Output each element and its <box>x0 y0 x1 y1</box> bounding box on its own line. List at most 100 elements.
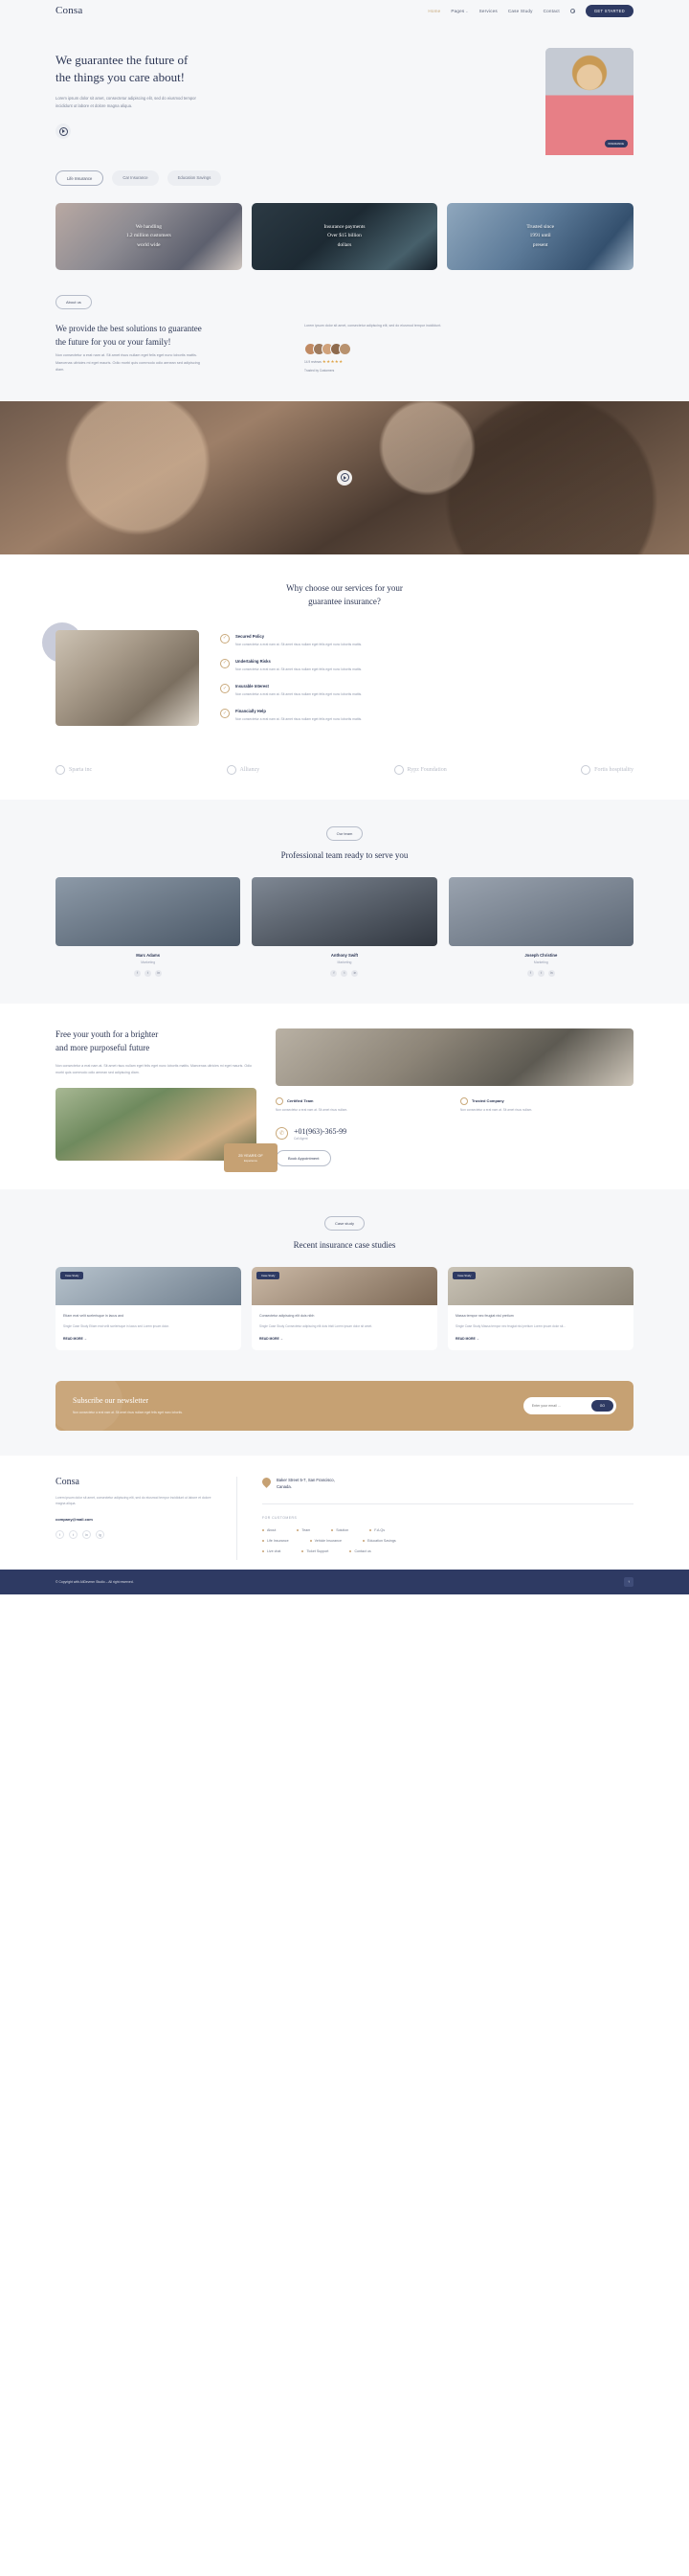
facebook-icon[interactable]: f <box>56 1530 64 1540</box>
pill-car-insurance[interactable]: Car Insurance <box>112 170 159 186</box>
facebook-icon[interactable]: f <box>330 969 338 977</box>
phone-number[interactable]: +01(963)-365-99 <box>294 1127 346 1136</box>
rypz-logo-icon <box>393 764 404 775</box>
about-right: Lorem ipsum dolor sit amet, consectetur … <box>304 323 448 374</box>
footer-link-live-chat[interactable]: Live chat <box>262 1549 280 1553</box>
footer-paragraph: Lorem ipsum dolor sit amet, consectetur … <box>56 1495 211 1506</box>
hero-play-button[interactable] <box>56 124 71 140</box>
case-study-card[interactable]: Case Study Etiam erat velit scelerisque … <box>56 1266 241 1350</box>
case-study-card[interactable]: Case Study Massa tempor nec feugiat nisl… <box>448 1266 633 1350</box>
site-header: Consa Home Pages⌄ Services Case Study Co… <box>0 0 689 21</box>
banner-play-button[interactable] <box>337 469 352 486</box>
arrow-up-icon[interactable]: ↑ <box>624 1576 633 1587</box>
play-circle-icon <box>58 126 68 136</box>
fortis-logo-icon <box>581 764 591 775</box>
nav-item-pages[interactable]: Pages⌄ <box>451 9 468 13</box>
team-member-name: Joseph Christine <box>524 952 558 958</box>
case-study-tag[interactable]: Case study <box>323 1215 365 1231</box>
case-study-title: Recent insurance case studies <box>293 1239 396 1250</box>
team-member-photo <box>56 876 241 946</box>
twitter-icon[interactable]: t <box>341 969 348 977</box>
footer-link-contact-us[interactable]: Contact us <box>349 1549 371 1553</box>
why-section: Why choose our services for your guarante… <box>0 554 689 754</box>
pill-life-insurance[interactable]: Life Insurance <box>56 170 104 186</box>
footer-logo[interactable]: Consa <box>56 1477 217 1487</box>
twitter-icon[interactable]: t <box>144 969 152 977</box>
case-study-grid: Case Study Etiam erat velit scelerisque … <box>56 1266 633 1350</box>
play-circle-icon <box>340 473 349 483</box>
footer-link-about[interactable]: About <box>262 1528 276 1532</box>
youth-section: Free your youth for a brighter and more p… <box>0 1003 689 1189</box>
case-study-card[interactable]: Case Study Consectetur adipiscing elit d… <box>252 1266 437 1350</box>
allianzy-logo-icon <box>226 764 236 775</box>
newsletter-form: GO <box>522 1396 616 1414</box>
nav-item-services[interactable]: Services <box>479 9 498 13</box>
footer-left: Consa Lorem ipsum dolor sit amet, consec… <box>56 1476 237 1560</box>
team-member-name: Marc Adams <box>136 952 161 958</box>
instagram-icon[interactable]: ig <box>96 1530 104 1540</box>
twitter-icon[interactable]: t <box>69 1530 78 1540</box>
team-member-role: Marketing <box>533 960 548 964</box>
about-left: We provide the best solutions to guarant… <box>56 323 285 374</box>
linkedin-icon[interactable]: in <box>155 969 163 977</box>
pill-education-savings[interactable]: Education Savings <box>167 170 222 186</box>
about-tag[interactable]: About us <box>56 295 92 309</box>
footer-link-ticket-support[interactable]: Ticket Support <box>301 1549 328 1553</box>
check-circle-icon: ✓ <box>220 658 230 668</box>
team-member-card[interactable]: Anthony Swift Marketing f t in <box>252 876 437 977</box>
nav-item-contact[interactable]: Contact <box>544 9 560 13</box>
feature-card-trusted[interactable]: Trusted since 1991 until present <box>447 203 634 270</box>
case-study-desc: Single Case Study Massa tempor nec feugi… <box>456 1323 566 1328</box>
footer-link-solution[interactable]: Solution <box>331 1528 348 1532</box>
shield-icon <box>460 1096 468 1105</box>
brand-rypz: Rypz Foundation <box>393 764 447 775</box>
footer-link-life-insurance[interactable]: Life Insurance <box>262 1539 289 1543</box>
brand-sparta: Sparta inc <box>56 764 92 775</box>
team-member-card[interactable]: Marc Adams Marketing f t in <box>56 876 241 977</box>
team-member-card[interactable]: Joseph Christine Marketing f t in <box>448 876 633 977</box>
team-tag[interactable]: Our team <box>325 825 364 841</box>
footer-link-vehicle-insurance[interactable]: Vehicle Insurance <box>309 1539 342 1543</box>
book-appointment-button[interactable]: Book Appointment <box>276 1149 332 1166</box>
footer-email[interactable]: company@mail.com <box>56 1517 217 1522</box>
about-paragraph: Non consectetur a erat nam at. Sit amet … <box>56 353 200 373</box>
rating-line: 14.9 reviews ★★★★★ <box>304 359 344 365</box>
chevron-down-icon: ⌄ <box>465 9 469 13</box>
email-input[interactable] <box>531 1403 591 1408</box>
get-started-button[interactable]: GET STARTED <box>585 4 633 17</box>
team-member-role: Marketing <box>141 960 156 964</box>
feature-card-customers[interactable]: We handling 1.2 million customers world wi… <box>56 203 242 270</box>
search-icon[interactable] <box>569 8 575 13</box>
check-circle-icon: ✓ <box>220 709 230 719</box>
about-right-text: Lorem ipsum dolor sit amet, consectetur … <box>304 324 442 328</box>
twitter-icon[interactable]: t <box>537 969 545 977</box>
phone-icon: ✆ <box>276 1127 288 1141</box>
footer-right: Baker Street 5-7, San Francisco, Canada. … <box>260 1475 633 1560</box>
youth-paragraph: Non consectetur a erat nam at. Sit amet … <box>56 1063 252 1074</box>
brand-logo[interactable]: Consa <box>56 5 83 16</box>
footer-link-education-savings[interactable]: Education Savings <box>362 1539 396 1543</box>
read-more-link[interactable]: READ MORE → <box>259 1337 430 1341</box>
facebook-icon[interactable]: f <box>526 969 534 977</box>
nav-item-case-study[interactable]: Case Study <box>508 9 533 13</box>
read-more-link[interactable]: READ MORE → <box>63 1337 233 1341</box>
footer-link-team[interactable]: Team <box>297 1528 310 1532</box>
nav-item-home[interactable]: Home <box>428 9 440 13</box>
feature-card-payments[interactable]: Insurance payments Over $15 billion dollar… <box>251 203 438 270</box>
divider <box>262 1503 633 1504</box>
linkedin-icon[interactable]: in <box>82 1530 91 1540</box>
newsletter-submit-button[interactable]: GO <box>590 1399 613 1412</box>
newsletter-text: Subscribe our newsletter Non consectetur… <box>73 1396 523 1415</box>
footer-link-faqs[interactable]: F.A.Qs <box>369 1528 385 1532</box>
phone-block[interactable]: ✆ +01(963)-365-99 Call Agent <box>276 1127 633 1141</box>
footer-address: Baker Street 5-7, San Francisco, Canada. <box>260 1475 633 1491</box>
stars-icon: ★★★★★ <box>322 359 344 365</box>
linkedin-icon[interactable]: in <box>351 969 359 977</box>
read-more-link[interactable]: READ MORE → <box>456 1337 626 1341</box>
benefit-item: ✓ Undertaking Risks Non consectetur a era… <box>220 658 633 672</box>
benefit-item: ✓ Financially Help Non consectetur a erat… <box>220 709 633 722</box>
linkedin-icon[interactable]: in <box>547 969 555 977</box>
case-study-heading: Massa tempor nec feugiat nisl pretium <box>456 1313 514 1318</box>
facebook-icon[interactable]: f <box>134 969 142 977</box>
newsletter-title: Subscribe our newsletter <box>73 1395 149 1405</box>
